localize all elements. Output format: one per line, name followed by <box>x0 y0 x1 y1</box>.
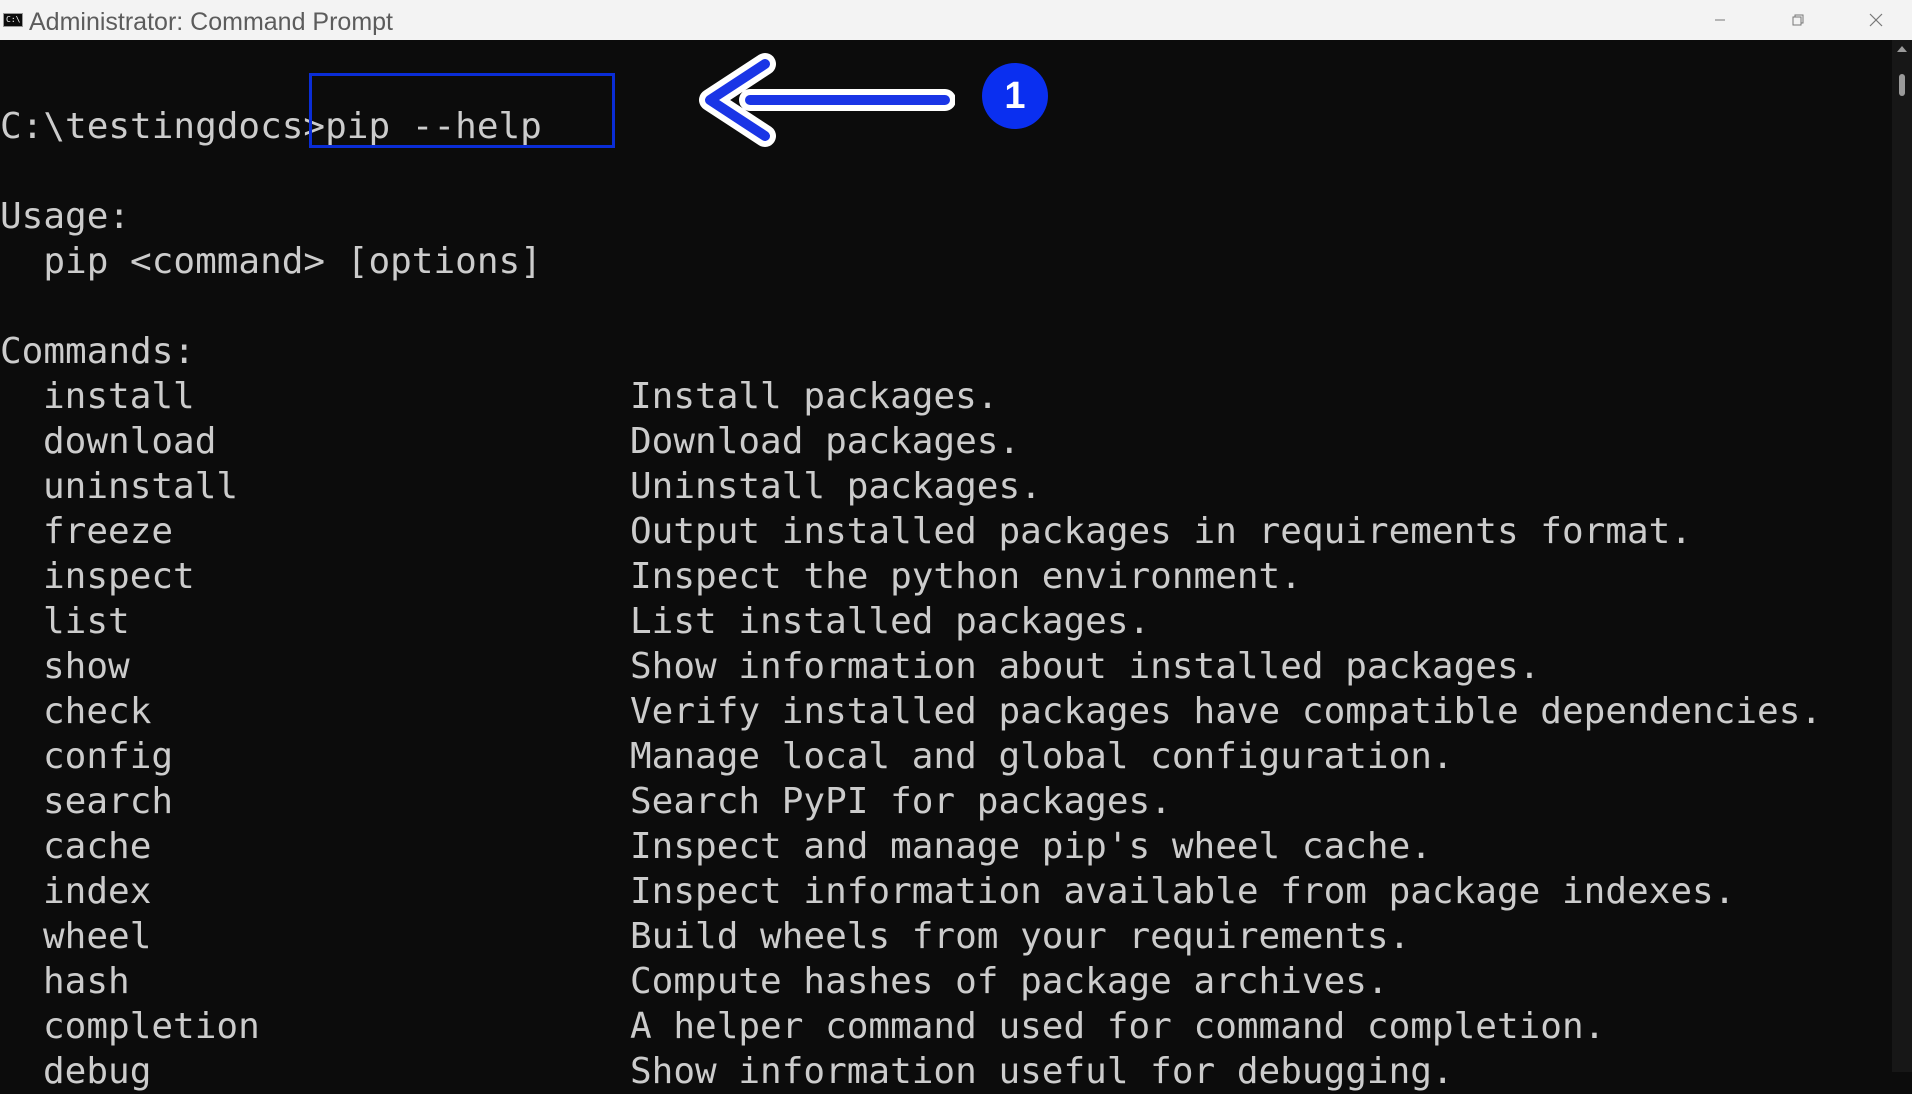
command-row: completion A helper command used for comm… <box>0 1005 1892 1049</box>
window-title: Administrator: Command Prompt <box>29 8 394 36</box>
command-row: list List installed packages. <box>0 600 1892 644</box>
usage-header: Usage: <box>0 196 131 237</box>
command-name: install <box>43 376 195 417</box>
command-description: Search PyPI for packages. <box>630 781 1172 822</box>
command-description: Install packages. <box>630 376 999 417</box>
close-icon <box>1869 13 1883 27</box>
command-row: search Search PyPI for packages. <box>0 780 1892 824</box>
command-row: wheel Build wheels from your requirements… <box>0 915 1892 959</box>
command-description: Inspect information available from packa… <box>630 871 1736 912</box>
restore-icon <box>1792 14 1804 26</box>
command-name: wheel <box>43 916 152 957</box>
command-description: Output installed packages in requirement… <box>630 511 1693 552</box>
left-arrow-icon <box>699 53 955 147</box>
command-name: download <box>43 421 217 462</box>
scroll-up-icon[interactable] <box>1897 46 1907 52</box>
command-description: Show information useful for debugging. <box>630 1051 1454 1092</box>
command-name: uninstall <box>43 466 239 507</box>
console-output[interactable]: C:\testingdocs>pip --help Usage: pip <co… <box>0 40 1892 1092</box>
command-name: hash <box>43 961 130 1002</box>
command-description: List installed packages. <box>630 601 1151 642</box>
cmd-icon: C:\ <box>3 13 23 27</box>
command-row: config Manage local and global configurat… <box>0 735 1892 779</box>
command-row: index Inspect information available from … <box>0 870 1892 914</box>
command-row: cache Inspect and manage pip's wheel cach… <box>0 825 1892 869</box>
minimize-button[interactable] <box>1682 0 1758 40</box>
prompt: C:\testingdocs> <box>0 106 326 147</box>
command-row: download Download packages. <box>0 420 1892 464</box>
command-name: index <box>43 871 152 912</box>
command-row: check Verify installed packages have comp… <box>0 690 1892 734</box>
command-row: show Show information about installed pac… <box>0 645 1892 689</box>
close-button[interactable] <box>1838 0 1912 40</box>
command-row: hash Compute hashes of package archives. <box>0 960 1892 1004</box>
command-description: Manage local and global configuration. <box>630 736 1454 777</box>
command-name: inspect <box>43 556 195 597</box>
command-row: install Install packages. <box>0 375 1892 419</box>
command-highlight-box <box>309 73 615 148</box>
command-row: freeze Output installed packages in requi… <box>0 510 1892 554</box>
command-name: search <box>43 781 174 822</box>
command-row: uninstall Uninstall packages. <box>0 465 1892 509</box>
commands-header: Commands: <box>0 331 196 372</box>
minimize-icon <box>1715 19 1725 21</box>
command-description: Show information about installed package… <box>630 646 1541 687</box>
command-name: list <box>43 601 130 642</box>
usage-line: pip <command> [options] <box>0 241 542 282</box>
command-name: config <box>43 736 174 777</box>
command-name: check <box>43 691 152 732</box>
command-name: debug <box>43 1051 152 1092</box>
vertical-scrollbar[interactable] <box>1892 40 1912 1072</box>
command-description: Verify installed packages have compatibl… <box>630 691 1823 732</box>
command-description: Build wheels from your requirements. <box>630 916 1411 957</box>
command-description: Compute hashes of package archives. <box>630 961 1389 1002</box>
command-description: Uninstall packages. <box>630 466 1042 507</box>
maximize-button[interactable] <box>1760 0 1836 40</box>
command-row: debug Show information useful for debuggi… <box>0 1050 1892 1094</box>
command-description: A helper command used for command comple… <box>630 1006 1606 1047</box>
scroll-thumb[interactable] <box>1899 74 1905 96</box>
command-name: cache <box>43 826 152 867</box>
title-bar[interactable]: C:\ Administrator: Command Prompt <box>0 0 1912 40</box>
command-row: inspect Inspect the python environment. <box>0 555 1892 599</box>
command-name: show <box>43 646 130 687</box>
command-name: freeze <box>43 511 174 552</box>
step-badge: 1 <box>982 63 1048 129</box>
command-description: Inspect and manage pip's wheel cache. <box>630 826 1432 867</box>
command-name: completion <box>43 1006 260 1047</box>
command-description: Inspect the python environment. <box>630 556 1302 597</box>
command-description: Download packages. <box>630 421 1021 462</box>
